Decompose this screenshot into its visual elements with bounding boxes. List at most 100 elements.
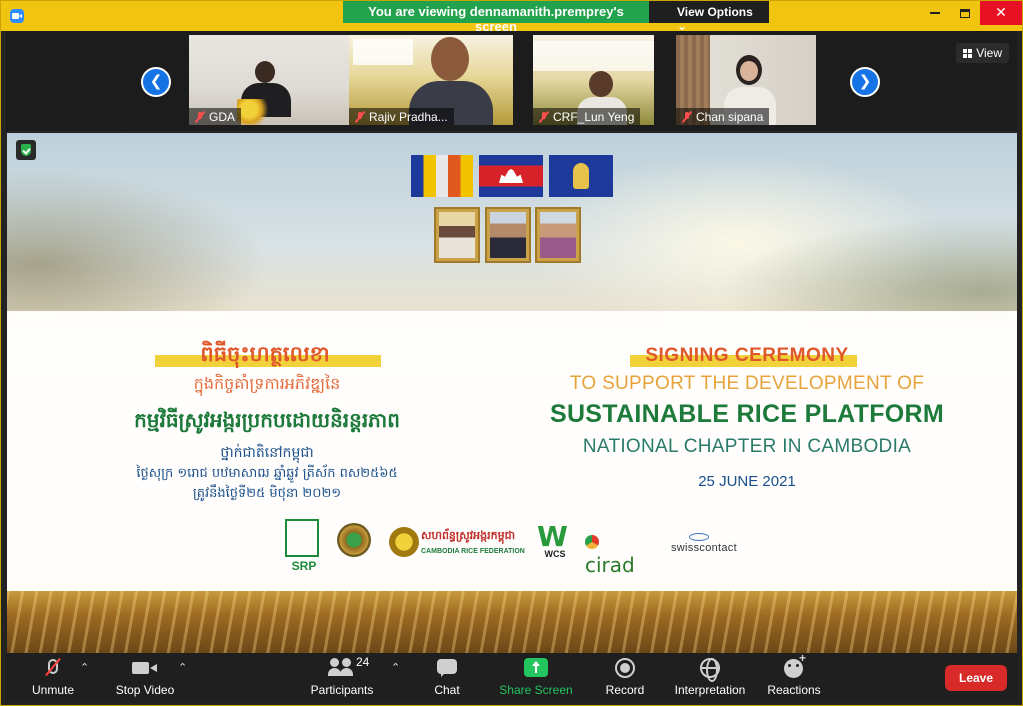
stop-video-button[interactable]: Stop Video	[110, 653, 180, 703]
video-camera-icon	[132, 662, 157, 674]
close-icon: ✕	[995, 4, 1007, 20]
crf-logo-text: សហព័ន្ធស្រូវអង្ករកម្ពុជា CAMBODIA RICE F…	[421, 529, 531, 555]
participants-label: Participants	[310, 683, 374, 697]
title-bar: You are viewing dennamanith.premprey's s…	[1, 1, 1022, 34]
next-page-button[interactable]: ❯	[850, 67, 880, 97]
crf-english-name: CAMBODIA RICE FEDERATION	[421, 548, 525, 555]
participants-options-chevron-icon[interactable]: ⌃	[391, 661, 400, 674]
participant-name-bar: GDA	[189, 108, 242, 125]
chevron-left-icon: ❮	[149, 73, 163, 90]
record-icon	[615, 658, 635, 678]
smiley-add-icon	[784, 651, 806, 678]
record-button[interactable]: Record	[600, 653, 650, 703]
cirad-logo: cirad	[585, 529, 635, 577]
audio-options-chevron-icon[interactable]: ⌃	[80, 661, 89, 674]
ministry-seal-logo	[337, 523, 371, 557]
previous-page-button[interactable]: ❮	[141, 67, 171, 97]
view-options-button[interactable]: View Options ⌄	[649, 1, 769, 33]
mic-muted-icon	[682, 111, 692, 123]
cirad-logo-label: cirad	[585, 553, 635, 577]
participant-name: CRF_Lun Yeng	[553, 110, 635, 124]
stop-video-label: Stop Video	[115, 683, 175, 697]
close-button[interactable]: ✕	[980, 1, 1022, 25]
reactions-button[interactable]: Reactions	[764, 651, 824, 703]
view-button[interactable]: View	[956, 43, 1009, 63]
view-options-label: View Options	[677, 5, 753, 19]
share-screen-label: Share Screen	[499, 683, 573, 697]
buddhist-flag	[411, 155, 473, 197]
video-thumbnail[interactable]: Rajiv Pradha...	[349, 35, 513, 125]
royal-arms-emblem	[573, 163, 589, 189]
minimize-icon	[930, 12, 940, 15]
rice-field-image	[7, 591, 1017, 653]
srp-logo-icon	[285, 519, 319, 557]
window-controls: ✕	[920, 1, 1022, 25]
video-thumbnail[interactable]: Chan sipana	[676, 35, 816, 125]
rice-plants-left	[7, 153, 307, 313]
reactions-label: Reactions	[767, 683, 821, 697]
khmer-date-line: ត្រូវនឹងថ្ងៃទី២៥ មិថុនា ២០២១	[192, 486, 342, 501]
minimize-button[interactable]	[920, 1, 950, 25]
participants-icon	[328, 658, 358, 678]
grid-view-icon	[963, 49, 973, 58]
video-thumbnail[interactable]: CRF_Lun Yeng	[533, 35, 654, 125]
participants-button[interactable]: 24 Participants	[304, 653, 380, 703]
desk-flowers	[237, 99, 277, 125]
interpretation-button[interactable]: Interpretation	[668, 653, 752, 703]
chat-button[interactable]: Chat	[426, 653, 468, 703]
share-screen-button[interactable]: Share Screen	[496, 653, 576, 703]
mic-muted-icon	[539, 111, 549, 123]
meeting-toolbar: Unmute ⌃ Stop Video ⌃ 24 Participants ⌃ …	[6, 651, 1017, 703]
share-banner: You are viewing dennamanith.premprey's s…	[343, 1, 769, 34]
khmer-title: ពិធីចុះហត្ថលេខា	[200, 342, 330, 366]
swisscontact-logo: swisscontact	[671, 533, 737, 554]
participant-count: 24	[356, 655, 370, 669]
royal-flag	[549, 155, 613, 197]
participant-name-bar: Rajiv Pradha...	[349, 108, 454, 125]
video-thumbnail[interactable]: GDA	[189, 35, 353, 125]
mic-muted-icon	[355, 111, 365, 123]
english-title: SIGNING CEREMONY	[645, 345, 849, 366]
royal-portrait-image	[540, 212, 576, 258]
maximize-button[interactable]	[950, 1, 980, 25]
maximize-icon	[960, 8, 970, 18]
participant-name: GDA	[209, 110, 236, 124]
portrait-frame	[434, 207, 480, 263]
share-screen-icon	[524, 658, 548, 677]
unmute-button[interactable]: Unmute	[24, 653, 82, 703]
english-line: NATIONAL CHAPTER IN CAMBODIA	[582, 436, 912, 457]
royal-portrait-image	[439, 212, 475, 258]
english-line: TO SUPPORT THE DEVELOPMENT OF	[569, 373, 925, 394]
video-thumbnail-strip: ❮ GDA Rajiv Pradha... CRF_Lun Yeng Chan …	[6, 31, 1017, 131]
crf-emblem-logo	[389, 527, 419, 557]
royal-portrait-image	[490, 212, 526, 258]
portrait-frame	[535, 207, 581, 263]
participant-name: Rajiv Pradha...	[369, 110, 448, 124]
encryption-shield-icon[interactable]	[16, 140, 36, 160]
chat-icon	[437, 659, 457, 677]
video-options-chevron-icon[interactable]: ⌃	[178, 661, 187, 674]
mic-muted-icon	[195, 111, 205, 123]
participant-name: Chan sipana	[696, 110, 764, 124]
view-button-label: View	[976, 46, 1002, 60]
zoom-logo-icon	[10, 9, 24, 23]
participant-name-bar: Chan sipana	[676, 108, 770, 125]
participant-name-bar: CRF_Lun Yeng	[533, 108, 641, 125]
english-date: 25 JUNE 2021	[698, 473, 796, 490]
share-banner-message: You are viewing dennamanith.premprey's s…	[343, 1, 649, 34]
leave-button[interactable]: Leave	[945, 665, 1007, 691]
english-headline: SUSTAINABLE RICE PLATFORM	[549, 400, 945, 428]
wcs-logo-icon: W	[537, 520, 568, 553]
khmer-line: ក្នុងកិច្ចគាំទ្រការអភិវឌ្ឍនៃ	[193, 374, 341, 393]
khmer-date-line: ថ្ងៃសុក្រ ១រោជ បឋមាសាឍ ឆ្នាំឆ្លូវ ត្រីស័…	[136, 466, 398, 481]
rice-plants-right	[677, 203, 1017, 313]
chat-label: Chat	[434, 683, 460, 697]
portrait-frame	[485, 207, 531, 263]
globe-icon	[700, 658, 720, 682]
cambodia-flag	[479, 155, 543, 197]
chevron-right-icon: ❯	[858, 73, 872, 90]
wcs-logo: W WCS	[537, 520, 573, 560]
zoom-window: You are viewing dennamanith.premprey's s…	[0, 0, 1023, 706]
record-label: Record	[605, 683, 645, 697]
unmute-label: Unmute	[31, 683, 75, 697]
